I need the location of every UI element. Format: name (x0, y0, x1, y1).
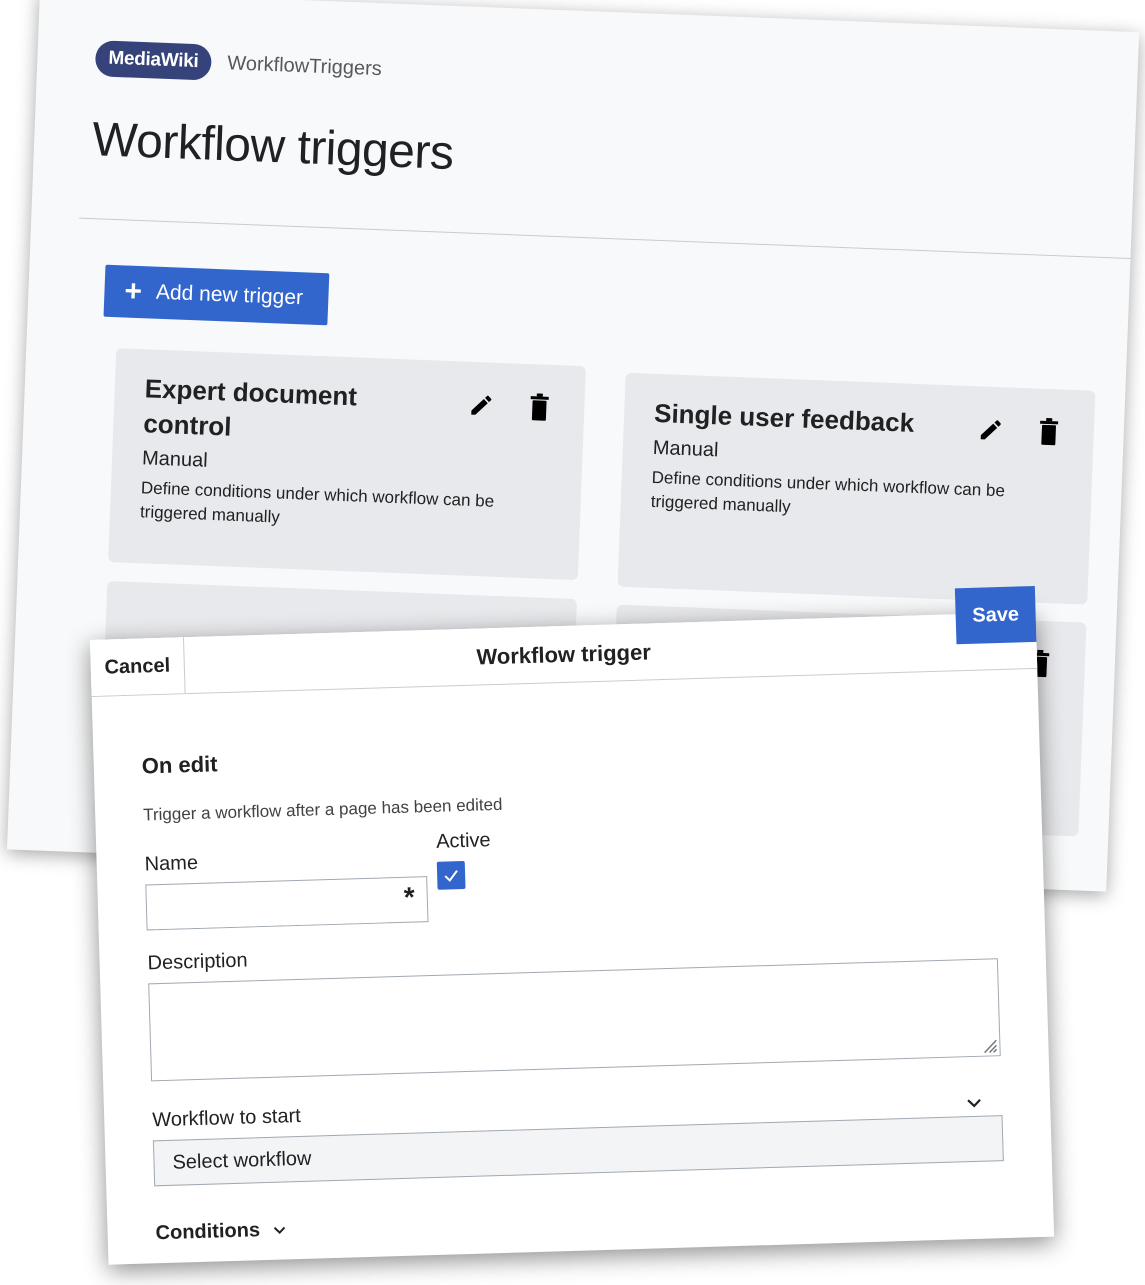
trigger-card[interactable]: Expert document control Manual Define co… (108, 348, 586, 581)
pencil-icon[interactable] (975, 414, 1006, 445)
checkmark-icon (444, 870, 458, 882)
conditions-toggle[interactable]: Conditions (155, 1197, 1005, 1245)
trigger-card[interactable]: Single user feedback Manual Define condi… (617, 372, 1096, 605)
breadcrumb-current: WorkflowTriggers (226, 51, 383, 80)
page-title: Workflow triggers (91, 113, 455, 180)
add-new-trigger-label: Add new trigger (155, 280, 304, 310)
name-label: Name (144, 851, 199, 876)
conditions-label: Conditions (155, 1219, 261, 1245)
required-marker: * (403, 881, 416, 913)
breadcrumb: MediaWiki WorkflowTriggers (94, 40, 383, 87)
mediawiki-badge[interactable]: MediaWiki (94, 40, 213, 81)
card-actions (466, 390, 555, 423)
chevron-down-icon[interactable] (965, 1089, 984, 1116)
card-description: Define conditions under which workflow c… (139, 478, 495, 527)
card-actions (975, 414, 1064, 447)
plus-icon: + (123, 274, 143, 309)
name-field-group: Name * (144, 831, 429, 931)
dialog-body: On edit Trigger a workflow after a page … (93, 727, 1053, 1247)
name-active-row: Name * Active (144, 814, 996, 931)
description-wrapper (148, 958, 1001, 1082)
card-title: Single user feedback (653, 397, 915, 438)
resize-grip-icon[interactable] (980, 1036, 999, 1055)
trash-icon[interactable] (1033, 416, 1064, 447)
active-field-group: Active (436, 829, 492, 890)
description-field-group: Description (147, 927, 1001, 1082)
save-button[interactable]: Save (954, 585, 1037, 645)
pencil-icon[interactable] (466, 390, 497, 421)
dialog-title: Workflow trigger (476, 639, 652, 670)
name-input[interactable] (152, 880, 388, 930)
workflow-field-group: Workflow to start Select workflow (152, 1084, 1004, 1187)
section-heading: On edit (141, 751, 218, 779)
chevron-down-icon (274, 1226, 286, 1234)
name-field[interactable]: * (145, 876, 429, 931)
description-textarea[interactable] (148, 958, 1001, 1082)
title-divider (79, 217, 1131, 260)
workflow-selected-value: Select workflow (172, 1147, 312, 1174)
active-checkbox[interactable] (436, 860, 466, 890)
trash-icon[interactable] (524, 392, 555, 423)
workflow-trigger-dialog: Cancel Workflow trigger Save On edit Tri… (90, 585, 1055, 1265)
add-new-trigger-button[interactable]: + Add new trigger (103, 264, 330, 326)
active-label: Active (435, 829, 491, 853)
card-description: Define conditions under which workflow c… (650, 467, 1006, 517)
card-title: Expert document control (142, 373, 358, 442)
